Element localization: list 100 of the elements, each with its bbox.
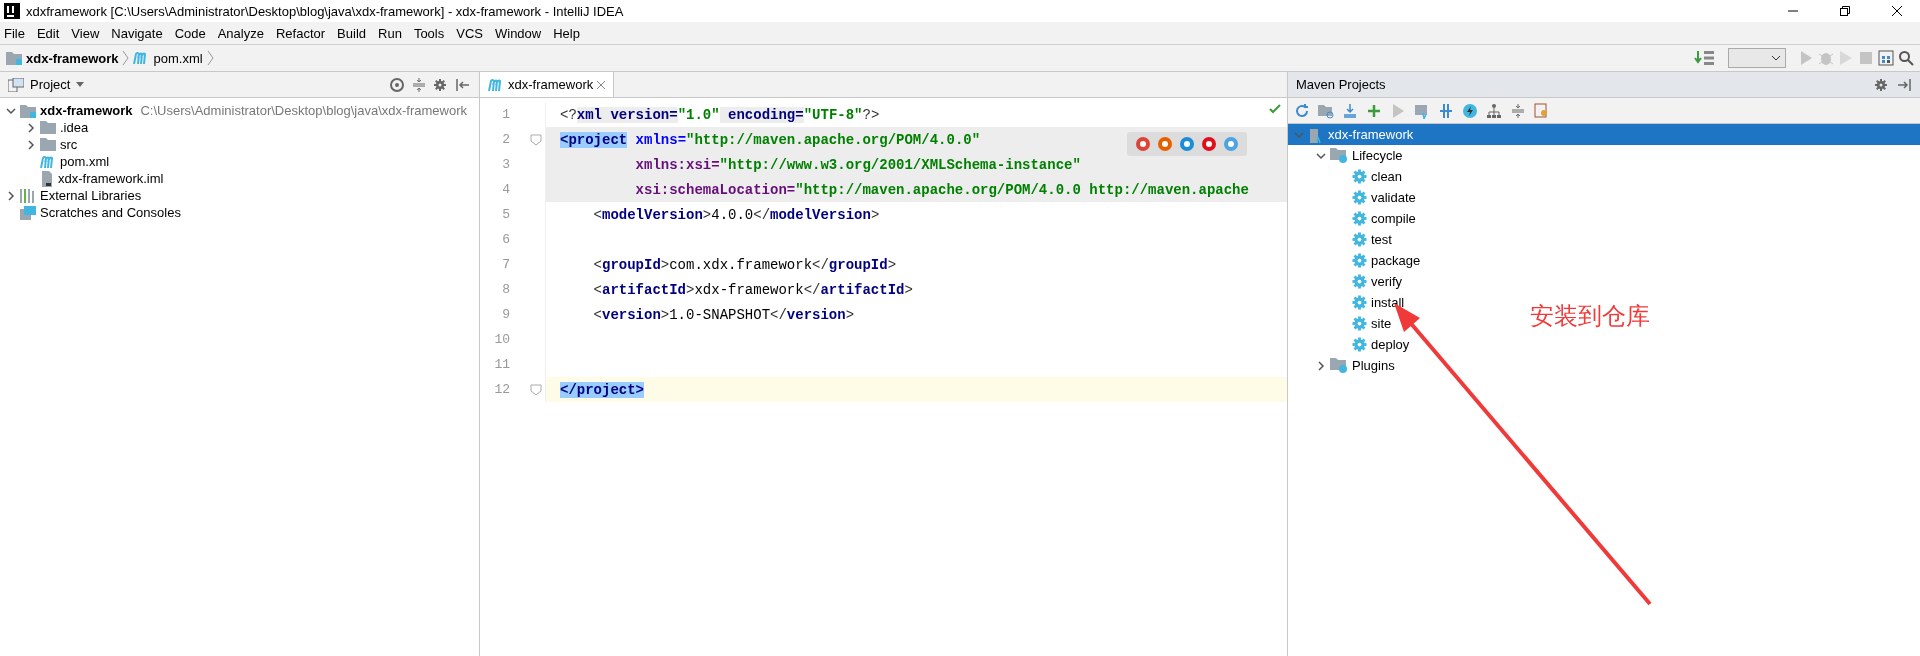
maven-tree-row[interactable]: verify xyxy=(1288,271,1407,292)
browser-icon[interactable] xyxy=(1179,136,1195,152)
chevron-icon[interactable] xyxy=(1316,360,1326,371)
code-line: <project xmlns="http://maven.apache.org/POM/4.0.0" xyxy=(560,130,982,150)
maven-tree-row[interactable]: Lifecycle xyxy=(1288,145,1407,166)
tree-item[interactable]: Scratches and Consoles xyxy=(40,205,181,220)
gear-icon xyxy=(1352,211,1367,226)
folder-gear-icon xyxy=(1330,358,1348,373)
maven-tree-row[interactable]: xdx-framework xyxy=(1288,124,1920,145)
chevron-icon[interactable] xyxy=(6,190,16,201)
tree-item[interactable]: xdx-framework xyxy=(40,103,133,118)
search-icon[interactable] xyxy=(1898,50,1914,66)
line-number: 10 xyxy=(493,332,510,347)
build-icon[interactable] xyxy=(1694,50,1716,66)
check-icon xyxy=(1269,104,1281,114)
browser-icon[interactable] xyxy=(1223,136,1239,152)
maven-tree-row[interactable]: deploy xyxy=(1288,334,1414,355)
library-icon xyxy=(20,188,36,203)
code-line: <groupId>com.xdx.framework</groupId> xyxy=(592,255,898,275)
line-number: 3 xyxy=(501,157,510,172)
download-icon[interactable] xyxy=(1342,102,1358,119)
tree-item[interactable]: .idea xyxy=(60,120,89,135)
tree-item[interactable]: xdx-framework.iml xyxy=(58,171,164,186)
browser-icon[interactable] xyxy=(1201,136,1217,152)
refresh-icon[interactable] xyxy=(1294,102,1310,119)
collapse-all-icon[interactable] xyxy=(411,76,427,93)
maven-tree-label: Lifecycle xyxy=(1352,148,1403,163)
close-icon[interactable] xyxy=(1891,5,1903,17)
maven-tree-row[interactable]: compile xyxy=(1288,208,1420,229)
maven-tree-row[interactable]: Plugins xyxy=(1288,355,1399,376)
module-folder-icon xyxy=(20,103,36,118)
fold-marker-icon[interactable] xyxy=(530,134,542,146)
maven-tree-row[interactable]: clean xyxy=(1288,166,1407,187)
menu-item[interactable]: Tools xyxy=(413,25,445,41)
tree-item[interactable]: pom.xml xyxy=(60,154,110,169)
maven-tree-label: clean xyxy=(1371,169,1403,184)
line-number: 11 xyxy=(493,357,510,372)
menu-item[interactable]: Code xyxy=(174,25,206,41)
menu-item[interactable]: Build xyxy=(337,25,366,41)
menu-item[interactable]: View xyxy=(71,25,100,41)
execute-goal-icon[interactable] xyxy=(1414,102,1430,119)
breadcrumb-item[interactable]: xdx-framework xyxy=(26,50,119,66)
maven-tree-label: test xyxy=(1371,232,1392,247)
menu-item[interactable]: Analyze xyxy=(217,25,264,41)
menu-item[interactable]: File xyxy=(4,25,25,41)
gear-icon xyxy=(1352,316,1367,331)
code-line: xmlns:xsi="http://www.w3.org/2001/XMLSchema-instance" xyxy=(634,155,1082,175)
maven-tree-row[interactable]: install xyxy=(1288,292,1409,313)
chevron-icon[interactable] xyxy=(1316,150,1326,161)
maven-tree-row[interactable]: test xyxy=(1288,229,1396,250)
tree-item[interactable]: src xyxy=(60,137,78,152)
panel-title[interactable]: Project xyxy=(30,77,71,92)
project-structure-icon[interactable] xyxy=(1878,50,1894,66)
gear-icon xyxy=(1352,337,1367,352)
menu-item[interactable]: Help xyxy=(553,25,580,41)
hide-panel-icon[interactable] xyxy=(455,76,471,93)
menu-item[interactable]: Edit xyxy=(36,25,60,41)
menu-item[interactable]: Navigate xyxy=(111,25,163,41)
maven-tree-row[interactable]: validate xyxy=(1288,187,1420,208)
settings-icon[interactable] xyxy=(1874,76,1890,93)
collapse-all-icon[interactable] xyxy=(1510,102,1526,119)
chevron-icon[interactable] xyxy=(6,105,16,116)
fold-marker-icon[interactable] xyxy=(530,384,542,396)
maven-tree-row[interactable]: package xyxy=(1288,250,1425,271)
menu-item[interactable]: Run xyxy=(378,25,402,41)
maven-tree-row[interactable]: site xyxy=(1288,313,1396,334)
console-icon xyxy=(20,205,36,220)
locate-icon[interactable] xyxy=(389,76,405,93)
chevron-icon[interactable] xyxy=(26,139,36,150)
editor-tab[interactable]: xdx-framework xyxy=(480,72,615,97)
chevron-icon[interactable] xyxy=(26,122,36,133)
folder-icon xyxy=(40,121,56,134)
menu-item[interactable]: Window xyxy=(494,25,542,41)
toggle-offline-icon[interactable] xyxy=(1438,102,1454,119)
settings-icon[interactable] xyxy=(433,76,449,93)
gear-icon xyxy=(1352,253,1367,268)
folder-refresh-icon[interactable] xyxy=(1318,102,1334,119)
module-path: C:\Users\Administrator\Desktop\blog\java\xdx-framework xyxy=(140,103,468,118)
menu-item[interactable]: Refactor xyxy=(275,25,326,41)
breadcrumb-item[interactable]: pom.xml xyxy=(153,50,203,66)
browser-icon[interactable] xyxy=(1135,136,1151,152)
line-number: 1 xyxy=(501,107,510,122)
app-logo-icon xyxy=(4,3,20,19)
project-view-icon xyxy=(8,77,24,92)
code-line: <version>1.0-SNAPSHOT</version> xyxy=(592,305,856,325)
hide-panel-icon[interactable] xyxy=(1896,76,1912,93)
line-number: 9 xyxy=(501,307,510,322)
lightning-icon[interactable] xyxy=(1462,102,1478,119)
menu-item[interactable]: VCS xyxy=(456,25,483,41)
browser-icon[interactable] xyxy=(1157,136,1173,152)
restore-icon[interactable] xyxy=(1839,5,1851,17)
folder-icon xyxy=(40,138,56,151)
add-icon[interactable] xyxy=(1366,102,1382,119)
gear-icon xyxy=(1352,274,1367,289)
tree-item[interactable]: External Libraries xyxy=(40,188,142,203)
code-line: <?xml version="1.0" encoding="UTF-8"?> xyxy=(560,105,881,125)
dropdown-caret-icon[interactable] xyxy=(76,82,85,87)
panel-title: Maven Projects xyxy=(1296,77,1386,92)
folder-gear-icon xyxy=(1330,148,1348,163)
dependency-tree-icon[interactable] xyxy=(1486,102,1502,119)
